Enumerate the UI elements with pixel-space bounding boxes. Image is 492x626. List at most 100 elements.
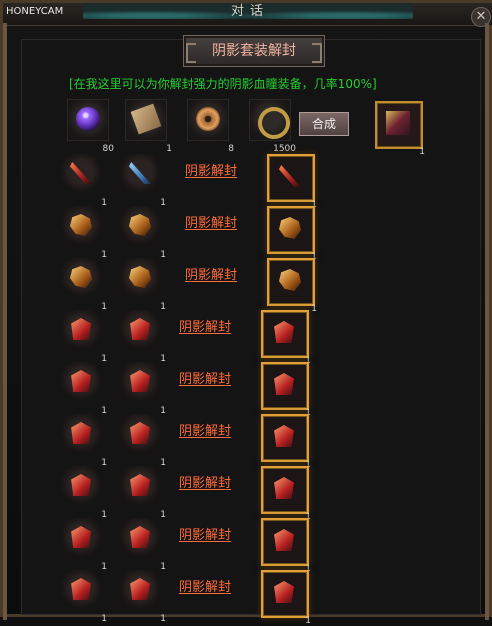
- material-slot-orb[interactable]: 80: [67, 99, 114, 154]
- shadow-unseal-link[interactable]: 阴影解封: [185, 160, 237, 179]
- item-qty: 1: [160, 406, 166, 416]
- item-qty: 1: [419, 147, 425, 157]
- recipe-left-item[interactable]: 1: [61, 310, 107, 364]
- item-qty: 80: [102, 144, 114, 154]
- shadow-unseal-link[interactable]: 阴影解封: [179, 524, 231, 543]
- copper-coin-icon: [196, 107, 220, 131]
- recipe-right-item[interactable]: 1: [120, 518, 166, 572]
- red-armor-icon: [71, 474, 91, 496]
- recipe-result-item[interactable]: 1: [261, 570, 311, 626]
- red-armor-icon: [71, 578, 91, 600]
- shadow-equipment-icon: [386, 111, 410, 135]
- recipe-result-item[interactable]: 1: [261, 414, 311, 470]
- recipe-left-item[interactable]: 1: [61, 466, 107, 520]
- item-qty: 1: [101, 406, 107, 416]
- gold-beast-icon: [129, 214, 151, 236]
- gold-beast-icon: [279, 217, 301, 239]
- left-border: [3, 23, 7, 620]
- recipe-right-item[interactable]: 1: [120, 570, 166, 624]
- recipe-left-item[interactable]: 1: [61, 362, 107, 416]
- shadow-unseal-link[interactable]: 阴影解封: [185, 264, 237, 283]
- recipe-right-item[interactable]: 1: [120, 466, 166, 520]
- item-qty: 1: [166, 144, 172, 154]
- red-armor-icon: [274, 425, 294, 447]
- red-armor-icon: [71, 318, 91, 340]
- recipe-result-item[interactable]: 1: [267, 154, 317, 210]
- material-slot-scroll[interactable]: 1: [125, 99, 172, 154]
- shadow-unseal-link[interactable]: 阴影解封: [179, 316, 231, 335]
- purple-orb-icon: [76, 107, 100, 131]
- shadow-sword-icon: [279, 165, 301, 187]
- red-armor-icon: [274, 373, 294, 395]
- item-qty: 1: [160, 250, 166, 260]
- recipe-result-item[interactable]: 1: [261, 466, 311, 522]
- armor-icon: [130, 370, 150, 392]
- item-qty: 1: [311, 304, 317, 314]
- item-qty: 1: [160, 198, 166, 208]
- top-material-row: 80 1 8 1500: [67, 99, 487, 154]
- instruction-text: [在我这里可以为你解封强力的阴影血瞳装备，几率100%]: [69, 77, 377, 91]
- recipe-right-item[interactable]: 1: [120, 362, 166, 416]
- red-armor-icon: [274, 529, 294, 551]
- red-sword-icon: [70, 162, 92, 184]
- gold-beast-icon: [70, 266, 92, 288]
- armor-icon: [130, 474, 150, 496]
- recipe-left-item[interactable]: 1: [61, 206, 107, 260]
- result-slot[interactable]: 1: [375, 101, 425, 157]
- red-armor-icon: [71, 370, 91, 392]
- item-qty: 1: [160, 302, 166, 312]
- recipe-left-item[interactable]: 1: [61, 570, 107, 624]
- red-armor-icon: [71, 526, 91, 548]
- recipe-right-item[interactable]: 1: [120, 414, 166, 468]
- recipe-left-item[interactable]: 1: [61, 414, 107, 468]
- item-qty: 1: [305, 616, 311, 626]
- item-qty: 1: [101, 510, 107, 520]
- blue-sword-icon: [129, 162, 151, 184]
- shadow-unseal-link[interactable]: 阴影解封: [179, 472, 231, 491]
- recipe-result-item[interactable]: 1: [261, 362, 311, 418]
- item-qty: 8: [228, 144, 234, 154]
- item-qty: 1: [160, 510, 166, 520]
- item-qty: 1: [101, 302, 107, 312]
- armor-icon: [130, 318, 150, 340]
- recipe-left-item[interactable]: 1: [61, 258, 107, 312]
- window-title: 对话: [231, 4, 270, 19]
- item-qty: 1: [101, 458, 107, 468]
- recipe-right-item[interactable]: 1: [120, 258, 166, 312]
- armor-icon: [130, 526, 150, 548]
- red-armor-icon: [71, 422, 91, 444]
- red-armor-icon: [274, 321, 294, 343]
- material-slot-ring[interactable]: 1500: [249, 99, 296, 154]
- merge-button[interactable]: 合成: [299, 112, 349, 136]
- armor-icon: [130, 422, 150, 444]
- shadow-unseal-link[interactable]: 阴影解封: [179, 576, 231, 595]
- recipe-result-item[interactable]: 1: [267, 206, 317, 262]
- recipe-right-item[interactable]: 1: [120, 206, 166, 260]
- shadow-unseal-link[interactable]: 阴影解封: [179, 368, 231, 387]
- gold-beast-icon: [70, 214, 92, 236]
- recipe-result-item[interactable]: 1: [261, 310, 311, 366]
- dialog-window: HONEYCAM 对话 ✕ 阴影套装解封 [在我这里可以为你解封强力的阴影血瞳装…: [0, 0, 492, 626]
- recipe-result-item[interactable]: 1: [261, 518, 311, 574]
- armor-icon: [130, 578, 150, 600]
- recipe-right-item[interactable]: 1: [120, 310, 166, 364]
- watermark-text: HONEYCAM: [6, 6, 64, 17]
- shadow-unseal-link[interactable]: 阴影解封: [185, 212, 237, 231]
- gold-ring-icon: [254, 103, 294, 143]
- recipe-result-item[interactable]: 1: [267, 258, 317, 314]
- red-armor-icon: [274, 581, 294, 603]
- material-slot-coin[interactable]: 8: [187, 99, 234, 154]
- recipe-left-item[interactable]: 1: [61, 154, 107, 208]
- scroll-icon: [130, 103, 162, 135]
- recipe-right-item[interactable]: 1: [120, 154, 166, 208]
- gold-beast-icon: [129, 266, 151, 288]
- item-qty: 1: [101, 354, 107, 364]
- item-qty: 1: [160, 354, 166, 364]
- item-qty: 1: [101, 198, 107, 208]
- item-qty: 1500: [273, 144, 296, 154]
- item-qty: 1: [160, 562, 166, 572]
- recipe-left-item[interactable]: 1: [61, 518, 107, 572]
- shadow-unseal-link[interactable]: 阴影解封: [179, 420, 231, 439]
- section-header: 阴影套装解封: [183, 35, 325, 67]
- item-qty: 1: [101, 250, 107, 260]
